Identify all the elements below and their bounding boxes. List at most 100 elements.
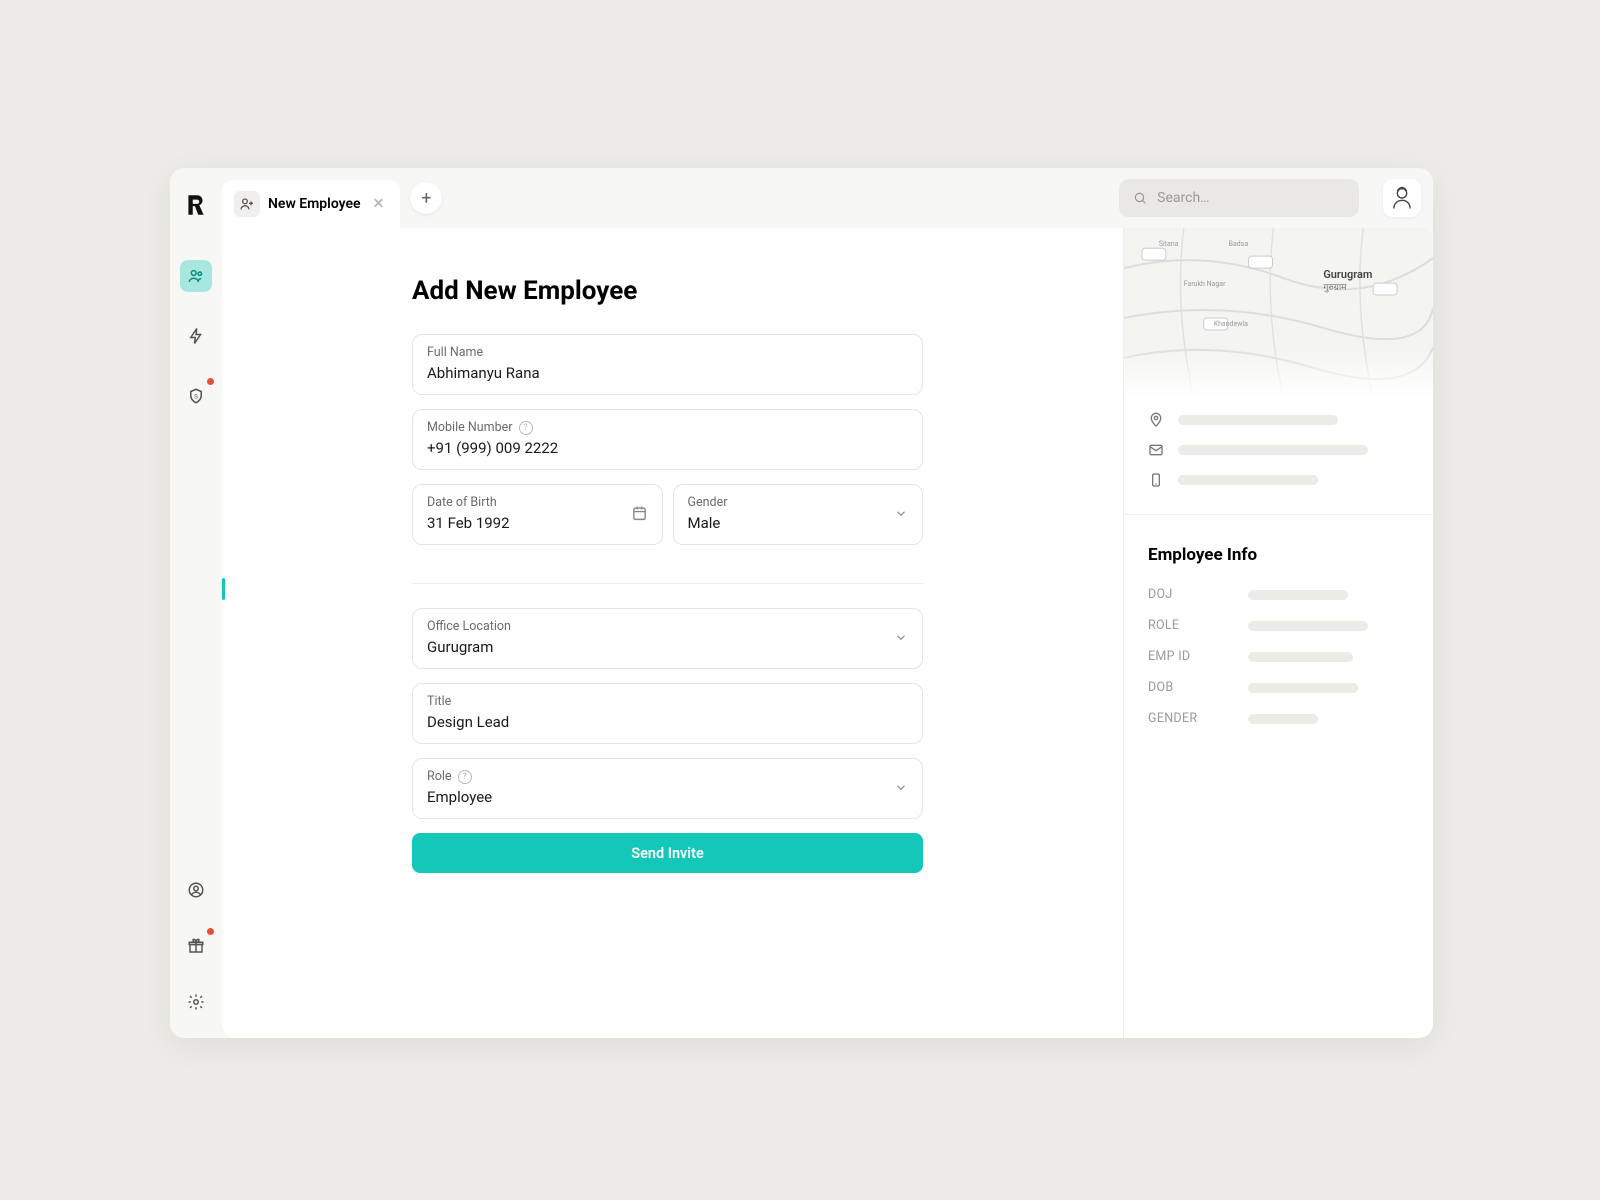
svg-text:Sitana: Sitana (1159, 240, 1179, 248)
info-label: ROLE (1148, 618, 1248, 633)
avatar-icon (1388, 184, 1416, 212)
map-graphic: Gurugram गुरुग्राम Sitana Badsa Farukh N… (1124, 228, 1433, 398)
nav-activity[interactable] (180, 320, 212, 352)
phone-icon (1148, 472, 1164, 488)
help-icon[interactable]: ? (519, 421, 533, 435)
field-value: Abhimanyu Rana (427, 364, 908, 382)
svg-text:Gurugram: Gurugram (1323, 268, 1372, 281)
chevron-down-icon[interactable] (894, 629, 908, 648)
new-tab-button[interactable]: + (410, 182, 442, 214)
notification-dot (207, 928, 214, 935)
field-value: +91 (999) 009 2222 (427, 439, 908, 457)
contact-phone (1148, 472, 1409, 488)
field-dob[interactable]: Date of Birth 31 Feb 1992 (412, 484, 663, 545)
form-pane: Add New Employee Full Name Abhimanyu Ran… (222, 228, 1123, 1038)
divider (412, 583, 923, 584)
field-label: Role ? (427, 769, 908, 784)
chevron-down-icon[interactable] (894, 779, 908, 798)
skeleton (1248, 714, 1318, 724)
user-circle-icon (187, 881, 205, 899)
field-value: Employee (427, 788, 908, 806)
field-label: Mobile Number ? (427, 420, 908, 435)
mail-icon (1148, 442, 1164, 458)
svg-text:गुरुग्राम: गुरुग्राम (1323, 283, 1347, 293)
tab-icon-wrap (234, 191, 260, 217)
search-icon (1133, 190, 1147, 206)
field-value: Male (688, 514, 909, 532)
map-preview[interactable]: Gurugram गुरुग्राम Sitana Badsa Farukh N… (1124, 228, 1433, 398)
help-icon[interactable]: ? (458, 770, 472, 784)
svg-text:Badsa: Badsa (1229, 240, 1249, 248)
skeleton (1178, 475, 1318, 485)
skeleton (1178, 415, 1338, 425)
info-row: GENDER (1148, 711, 1409, 726)
info-label: DOB (1148, 680, 1248, 695)
field-label: Full Name (427, 345, 908, 360)
field-value: Design Lead (427, 713, 908, 731)
field-label: Title (427, 694, 908, 709)
bolt-icon (187, 327, 205, 345)
skeleton (1248, 652, 1353, 662)
people-icon (187, 267, 205, 285)
tab-close[interactable]: ✕ (369, 194, 389, 214)
svg-text:S: S (194, 393, 198, 400)
contact-email (1148, 442, 1409, 458)
info-label: EMP ID (1148, 649, 1248, 664)
nav-security[interactable]: S (180, 380, 212, 412)
field-value: 31 Feb 1992 (427, 514, 648, 532)
app-window: S New Employee ✕ (170, 168, 1433, 1038)
info-row: DOJ (1148, 587, 1409, 602)
nav-settings[interactable] (180, 986, 212, 1018)
info-row: ROLE (1148, 618, 1409, 633)
svg-text:Farukh Nagar: Farukh Nagar (1184, 280, 1226, 288)
field-title[interactable]: Title Design Lead (412, 683, 923, 744)
contact-block (1124, 398, 1433, 514)
field-role[interactable]: Role ? Employee (412, 758, 923, 819)
employee-info: Employee Info DOJ ROLE EMP ID DOB (1124, 514, 1433, 772)
skeleton (1248, 621, 1368, 631)
skeleton (1248, 683, 1358, 693)
field-full-name[interactable]: Full Name Abhimanyu Rana (412, 334, 923, 395)
tabbar: New Employee ✕ + (222, 168, 1433, 228)
nav-top: S (180, 260, 212, 412)
svg-text:Khandewla: Khandewla (1214, 320, 1248, 328)
contact-location (1148, 412, 1409, 428)
chevron-down-icon[interactable] (894, 505, 908, 524)
field-office[interactable]: Office Location Gurugram (412, 608, 923, 669)
shield-icon: S (187, 387, 205, 405)
field-label: Office Location (427, 619, 908, 634)
info-row: DOB (1148, 680, 1409, 695)
scroll-accent (222, 578, 225, 600)
field-label: Gender (688, 495, 909, 510)
page-title: Add New Employee (412, 276, 923, 306)
side-pane: Gurugram गुरुग्राम Sitana Badsa Farukh N… (1123, 228, 1433, 1038)
nav-bottom (180, 874, 212, 1018)
calendar-icon[interactable] (631, 504, 648, 525)
skeleton (1248, 590, 1348, 600)
field-value: Gurugram (427, 638, 908, 656)
field-mobile[interactable]: Mobile Number ? +91 (999) 009 2222 (412, 409, 923, 470)
notification-dot (207, 378, 214, 385)
search-input[interactable] (1157, 190, 1345, 206)
tab-new-employee[interactable]: New Employee ✕ (222, 180, 400, 228)
nav-rewards[interactable] (180, 930, 212, 962)
info-heading: Employee Info (1148, 545, 1409, 565)
field-label: Date of Birth (427, 495, 648, 510)
user-plus-icon (239, 196, 255, 212)
send-invite-button[interactable]: Send Invite (412, 833, 923, 873)
content: New Employee ✕ + Add New Employee Full N… (222, 168, 1433, 1038)
field-gender[interactable]: Gender Male (673, 484, 924, 545)
info-label: GENDER (1148, 711, 1248, 726)
info-row: EMP ID (1148, 649, 1409, 664)
tab-label: New Employee (268, 196, 361, 212)
skeleton (1178, 445, 1368, 455)
search[interactable] (1119, 179, 1359, 217)
info-label: DOJ (1148, 587, 1248, 602)
pin-icon (1148, 412, 1164, 428)
logo (183, 192, 209, 218)
nav-people[interactable] (180, 260, 212, 292)
nav-profile[interactable] (180, 874, 212, 906)
sidebar: S (170, 168, 222, 1038)
gear-icon (187, 993, 205, 1011)
avatar[interactable] (1383, 179, 1421, 217)
